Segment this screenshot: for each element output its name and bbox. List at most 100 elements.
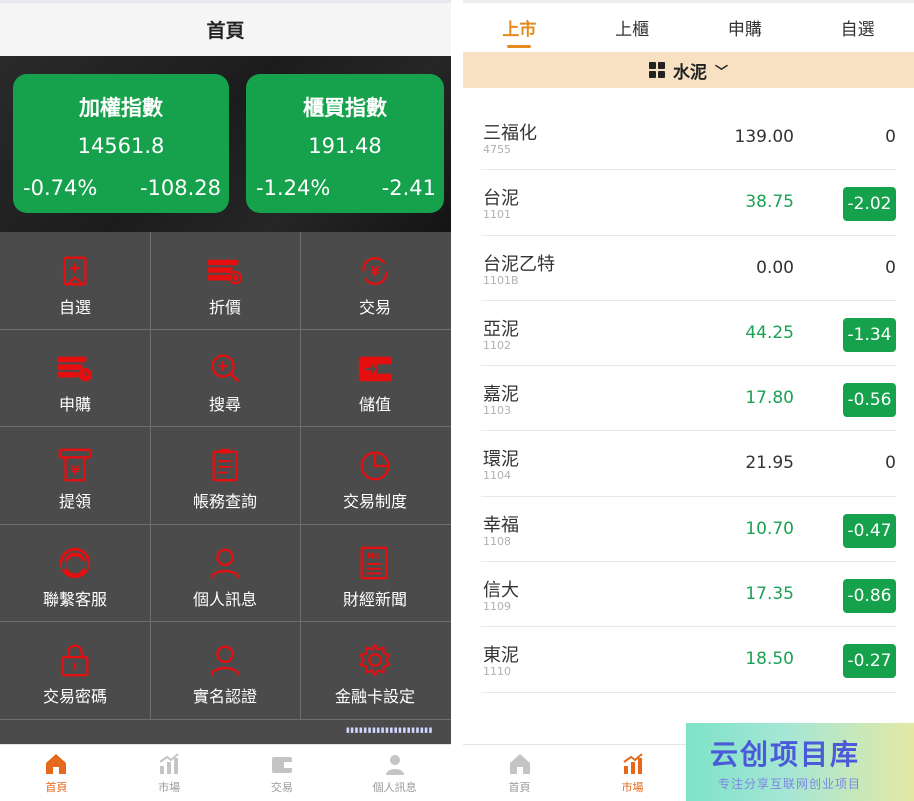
stock-row[interactable]: 三福化 4755 139.00 0 bbox=[481, 105, 896, 171]
bottom-tabbar: 首頁 市場 交易 個人訊息 bbox=[0, 744, 451, 801]
menu-label: 聯繫客服 bbox=[42, 590, 107, 609]
menu-label: 交易制度 bbox=[342, 492, 407, 511]
stock-price: 21.95 bbox=[745, 453, 794, 474]
stock-row[interactable]: 嘉泥 1103 17.80 -0.56 bbox=[481, 366, 896, 432]
index-name: 櫃買指數 bbox=[303, 96, 387, 120]
watermark-subtitle: 专注分享互联网创业项目 bbox=[718, 777, 862, 791]
stock-price: 17.35 bbox=[745, 584, 794, 605]
home-screen: 首頁 加權指數 14561.8 -0.74% -108.28 櫃買指數 191.… bbox=[0, 0, 451, 801]
menu-label: 交易密碼 bbox=[42, 687, 107, 706]
search-icon bbox=[211, 354, 240, 383]
stock-row[interactable]: 環泥 1104 21.95 0 bbox=[481, 431, 896, 497]
tab-home[interactable]: 首頁 bbox=[0, 745, 113, 801]
index-name: 加權指數 bbox=[79, 96, 163, 120]
wallet-icon bbox=[271, 756, 292, 773]
tab-watchlist[interactable]: 自選 bbox=[801, 3, 914, 52]
menu-item-search[interactable]: 搜尋 bbox=[150, 329, 300, 426]
stock-change: -2.02 bbox=[843, 187, 896, 222]
stock-change: 0 bbox=[885, 453, 896, 474]
menu-item-discount[interactable]: 折價 bbox=[150, 232, 300, 329]
tab-label: 市場 bbox=[158, 780, 181, 794]
home-icon bbox=[46, 753, 67, 774]
menu-item-withdraw[interactable]: ¥ 提領 bbox=[0, 426, 150, 523]
wallet-icon bbox=[358, 356, 392, 382]
stock-code: 1109 bbox=[483, 600, 511, 614]
category-label: 水泥 bbox=[672, 62, 707, 83]
index-change: -108.28 bbox=[139, 176, 221, 200]
menu-label: 實名認證 bbox=[192, 687, 257, 706]
tab-label: 首頁 bbox=[45, 780, 68, 794]
stock-row[interactable]: 亞泥 1102 44.25 -1.34 bbox=[481, 301, 896, 367]
menu-item-account-query[interactable]: 帳務查詢 bbox=[150, 426, 300, 523]
marquee-strip: ▮▮▮▮▮▮▮▮▮▮▮▮▮▮▮▮▮▮▮▮ bbox=[0, 719, 451, 744]
watermark: 云创项目库 专注分享互联网创业项目 bbox=[686, 723, 914, 801]
stock-name: 信大 bbox=[483, 580, 519, 602]
menu-label: 個人訊息 bbox=[192, 590, 257, 609]
verify-user-icon bbox=[210, 645, 240, 676]
index-card-taiex[interactable]: 加權指數 14561.8 -0.74% -108.28 bbox=[13, 74, 229, 213]
home-icon bbox=[509, 753, 530, 774]
menu-item-card-settings[interactable]: 金融卡設定 bbox=[300, 621, 450, 718]
menu-label: 交易 bbox=[358, 298, 391, 317]
stock-name: 嘉泥 bbox=[483, 384, 519, 406]
menu-label: 搜尋 bbox=[208, 395, 241, 414]
stock-name: 台泥乙特 bbox=[483, 253, 555, 275]
gear-icon bbox=[359, 643, 391, 677]
lock-icon bbox=[61, 644, 89, 677]
index-card-otc[interactable]: 櫃買指數 191.48 -1.24% -2.41 bbox=[246, 74, 444, 213]
stock-row[interactable]: 台泥 1101 38.75 -2.02 bbox=[481, 170, 896, 236]
menu-item-trading-rules[interactable]: 交易制度 bbox=[300, 426, 450, 523]
stock-row[interactable]: 幸福 1108 10.70 -0.47 bbox=[481, 497, 896, 563]
tab-otc[interactable]: 上櫃 bbox=[576, 3, 689, 52]
yen-cycle-icon: ¥ bbox=[362, 257, 388, 285]
menu-label: 儲值 bbox=[358, 395, 391, 414]
menu-item-trade[interactable]: ¥ 交易 bbox=[300, 232, 450, 329]
headset-icon bbox=[59, 547, 91, 579]
stock-code: 1104 bbox=[483, 469, 511, 483]
menu-item-real-name-verify[interactable]: 實名認證 bbox=[150, 621, 300, 718]
tab-market[interactable]: 市場 bbox=[576, 745, 689, 801]
svg-text:¥: ¥ bbox=[71, 464, 80, 478]
news-icon: N≡ bbox=[360, 546, 388, 580]
tab-label: 首頁 bbox=[508, 780, 531, 794]
index-value: 14561.8 bbox=[77, 134, 165, 158]
tab-personal[interactable]: 個人訊息 bbox=[338, 745, 451, 801]
tab-subscribe[interactable]: 申購 bbox=[689, 3, 802, 52]
stock-list: 三福化 4755 139.00 0 台泥 1101 38.75 -2.02 台泥乙特 1101B 0… bbox=[481, 105, 896, 693]
stock-price: 44.25 bbox=[745, 322, 794, 343]
subscribe-icon bbox=[57, 356, 93, 382]
menu-item-deposit[interactable]: 儲值 bbox=[300, 329, 450, 426]
stock-row[interactable]: 台泥乙特 1101B 0.00 0 bbox=[481, 236, 896, 301]
menu-item-subscribe[interactable]: 申購 bbox=[0, 329, 150, 426]
stock-price: 17.80 bbox=[745, 388, 794, 409]
stock-change: -0.86 bbox=[843, 579, 896, 614]
stock-change: -0.56 bbox=[843, 383, 896, 418]
tab-trade[interactable]: 交易 bbox=[226, 745, 339, 801]
stock-row[interactable]: 信大 1109 17.35 -0.86 bbox=[481, 562, 896, 628]
menu-item-personal-info[interactable]: 個人訊息 bbox=[150, 524, 300, 621]
tab-home[interactable]: 首頁 bbox=[463, 745, 576, 801]
index-percent: -1.24% bbox=[256, 176, 331, 200]
menu-item-finance-news[interactable]: N≡ 財經新聞 bbox=[300, 524, 450, 621]
stock-row[interactable]: 東泥 1110 18.50 -0.27 bbox=[481, 627, 896, 693]
category-selector[interactable]: 水泥 ﹀ bbox=[463, 52, 914, 88]
menu-item-watchlist[interactable]: 自選 bbox=[0, 232, 150, 329]
ledger-icon bbox=[212, 448, 238, 482]
menu-label: 自選 bbox=[58, 298, 91, 317]
stock-name: 三福化 bbox=[483, 123, 537, 144]
menu-item-customer-service[interactable]: 聯繫客服 bbox=[0, 524, 150, 621]
menu-label: 帳務查詢 bbox=[192, 492, 257, 511]
stock-change: -0.27 bbox=[843, 644, 896, 679]
stock-code: 1102 bbox=[483, 338, 511, 352]
tab-label: 市場 bbox=[621, 780, 644, 794]
menu-label: 財經新聞 bbox=[342, 590, 407, 609]
stock-price: 0.00 bbox=[756, 257, 794, 278]
stock-price: 139.00 bbox=[734, 127, 794, 147]
menu-item-trade-password[interactable]: 交易密碼 bbox=[0, 621, 150, 718]
discount-icon bbox=[207, 259, 243, 285]
tab-listed[interactable]: 上市 bbox=[463, 3, 576, 52]
market-screen: 上市 上櫃 申購 自選 水泥 ﹀ 三福化 4755 139.00 0 台泥 1101 38.… bbox=[463, 0, 914, 801]
index-change: -2.41 bbox=[381, 176, 436, 200]
tab-market[interactable]: 市場 bbox=[113, 745, 226, 801]
index-value: 191.48 bbox=[308, 134, 382, 158]
